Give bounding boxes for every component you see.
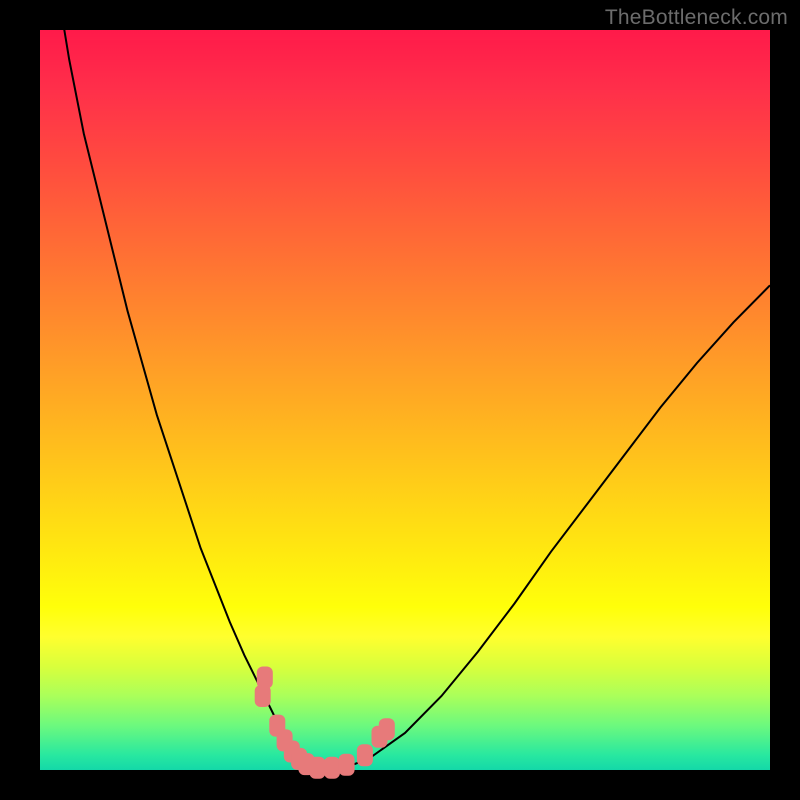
marker-group [255,667,395,779]
curve-marker [357,744,373,766]
chart-frame: TheBottleneck.com [0,0,800,800]
bottleneck-curve [40,0,770,769]
curve-svg [40,30,770,770]
plot-area [40,30,770,770]
curve-marker [339,754,355,776]
watermark-text: TheBottleneck.com [605,6,788,30]
curve-marker [309,757,325,779]
curve-marker [257,667,273,689]
curve-marker [324,757,340,779]
curve-marker [379,718,395,740]
